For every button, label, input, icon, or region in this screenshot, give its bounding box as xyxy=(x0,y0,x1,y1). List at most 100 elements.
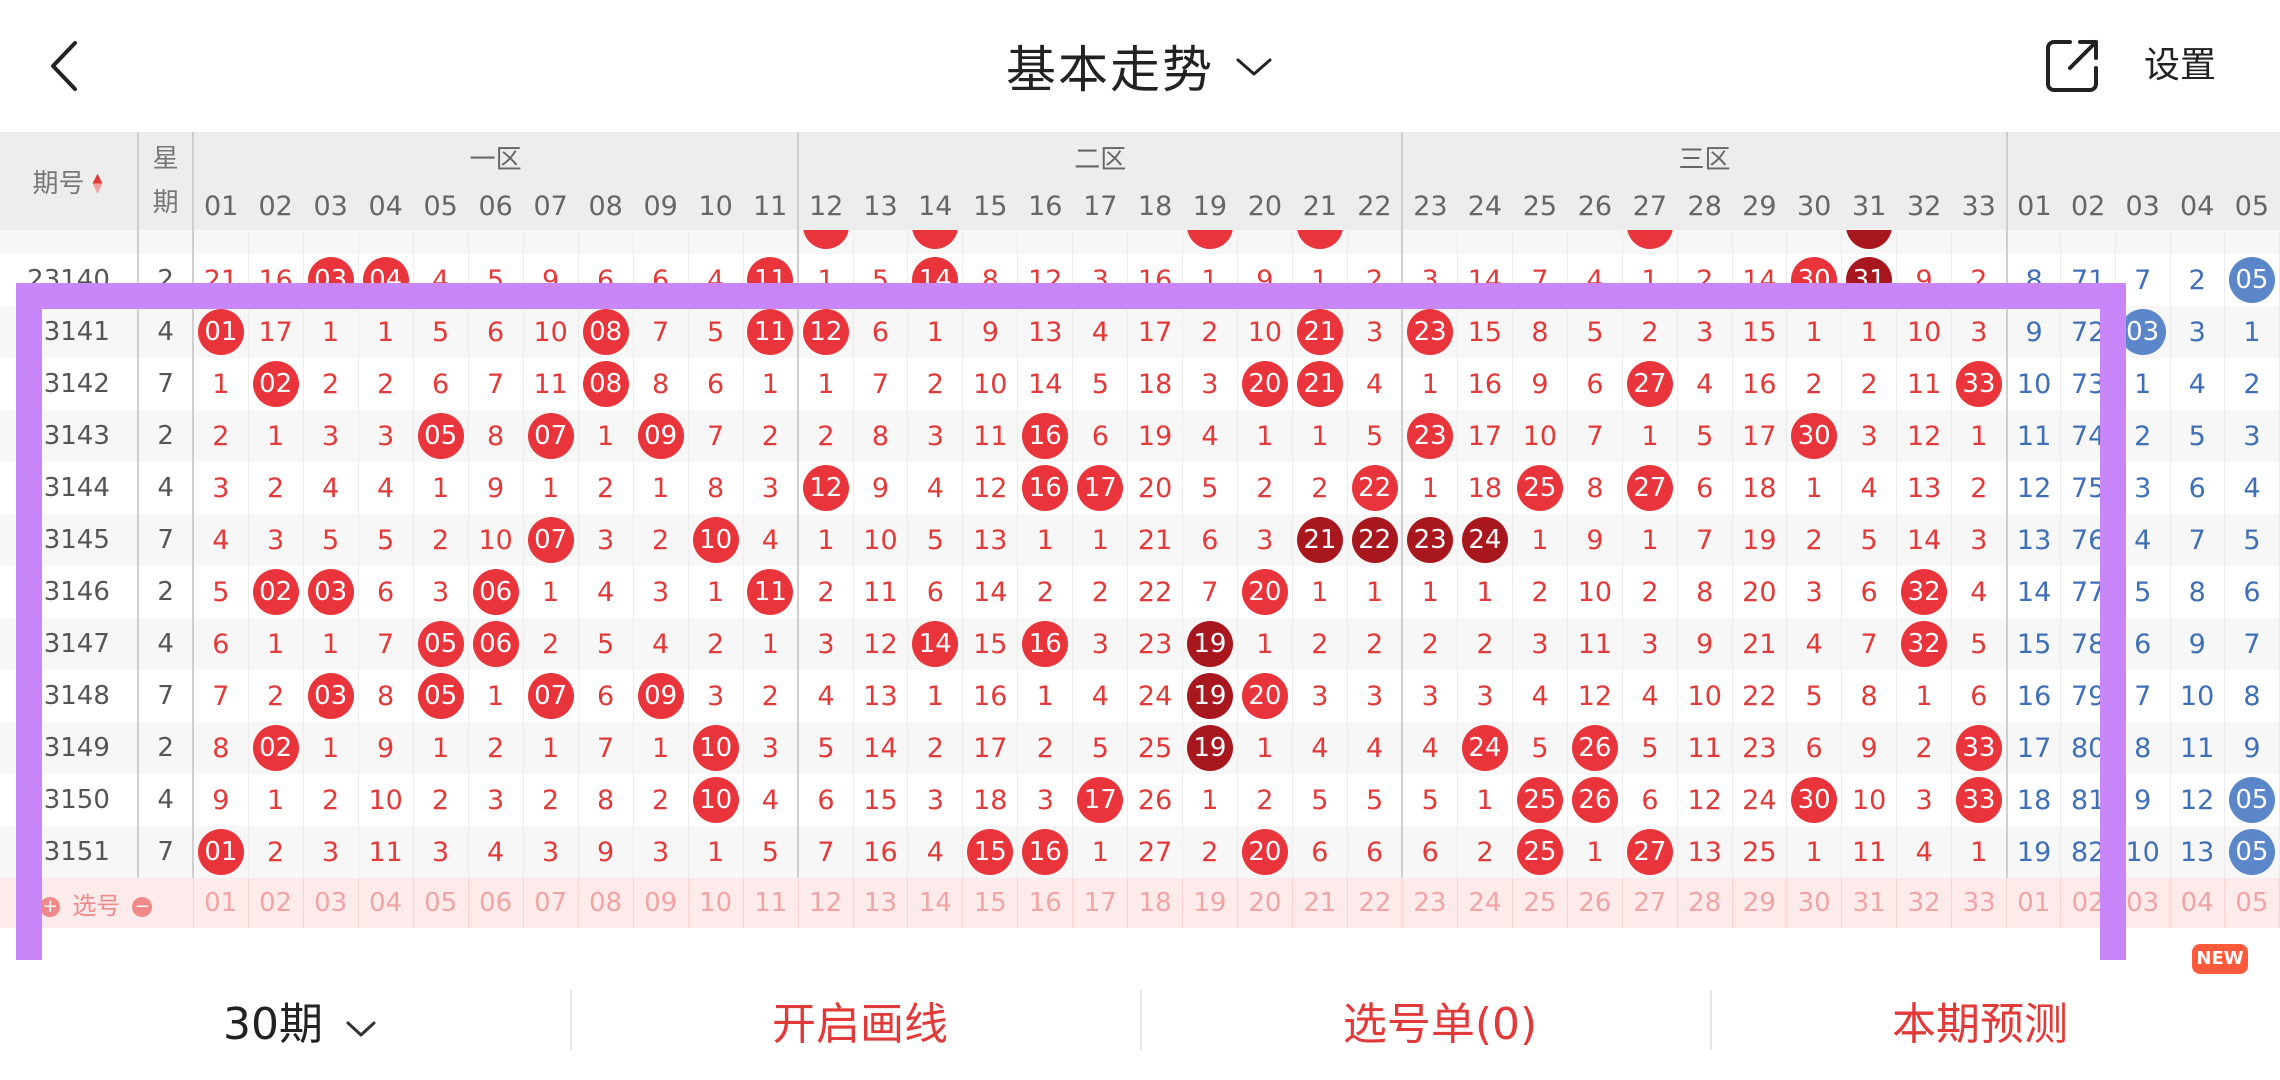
pick-number-cell[interactable]: 08 xyxy=(578,878,634,928)
number-cell: 3 xyxy=(468,774,524,826)
pick-number-cell[interactable]: 26 xyxy=(1567,878,1623,928)
column-number-header: 16 xyxy=(1017,182,1073,230)
number-cell: 5 xyxy=(303,514,359,566)
pick-number-cell[interactable]: 29 xyxy=(1732,878,1788,928)
number-cell: 3 xyxy=(907,410,964,462)
number-ball: 21 xyxy=(1296,517,1343,563)
pick-number-cell[interactable]: 05 xyxy=(413,878,469,928)
number-cell xyxy=(1896,230,1953,254)
number-cell: 24 xyxy=(1732,774,1788,826)
pick-number-cell[interactable]: 17 xyxy=(1072,878,1129,928)
number-cell: 23 xyxy=(1732,722,1788,774)
sort-arrows-icon[interactable]: ▲ ▼ xyxy=(91,172,105,195)
number-cell: 21 xyxy=(1127,514,1183,566)
pick-number-cell[interactable]: 12 xyxy=(798,878,854,928)
number-cell: 06 xyxy=(468,618,524,670)
number-cell: 4 xyxy=(1786,618,1843,670)
pick-number-cell[interactable]: 04 xyxy=(358,878,414,928)
number-cell: 8 xyxy=(688,462,744,514)
number-cell: 6 xyxy=(1347,826,1404,878)
table-row: 23148 7 7 2 03 8 05 1 07 6 09 3 2 4 13 1 16 1 4 24 19 20 3 3 3 3 4… xyxy=(0,670,2280,722)
number-cell: 7 xyxy=(633,306,689,358)
pick-number-cell[interactable]: 11 xyxy=(743,878,799,928)
pick-number-cell[interactable]: 28 xyxy=(1677,878,1733,928)
draw-line-button[interactable]: 开启画线 xyxy=(620,960,1100,1080)
pick-number-cell[interactable]: 22 xyxy=(1347,878,1403,928)
pick-back-number-cell[interactable]: 03 xyxy=(2115,878,2171,928)
number-cell: 10 xyxy=(468,514,524,566)
pick-number-cell[interactable]: 27 xyxy=(1622,878,1678,928)
back-zone-header xyxy=(2006,132,2280,182)
pick-number-cell[interactable]: 32 xyxy=(1896,878,1953,928)
pick-number-cell[interactable]: 10 xyxy=(688,878,744,928)
pick-number-cell[interactable]: 25 xyxy=(1512,878,1568,928)
number-ball: 02 xyxy=(252,361,299,407)
pick-number-cell[interactable]: 33 xyxy=(1951,878,2008,928)
pick-number-cell[interactable]: 24 xyxy=(1457,878,1513,928)
pick-number-cell[interactable]: 16 xyxy=(1017,878,1074,928)
period-selector[interactable]: 30期 xyxy=(150,960,450,1080)
pick-number-cell[interactable]: 19 xyxy=(1182,878,1238,928)
chevron-down-icon[interactable] xyxy=(1234,55,1274,83)
back-number-cell: 8 xyxy=(2115,722,2171,774)
number-cell: 23 xyxy=(1402,306,1458,358)
pick-number-cell[interactable]: 31 xyxy=(1841,878,1898,928)
pick-number-cell[interactable]: 30 xyxy=(1786,878,1843,928)
number-cell: 6 xyxy=(907,566,964,618)
back-number-cell: 8 xyxy=(2170,566,2225,618)
number-cell: 4 xyxy=(1896,826,1953,878)
number-cell: 1 xyxy=(743,358,800,410)
settings-button[interactable]: 设置 xyxy=(2144,40,2216,92)
pick-back-number-cell[interactable]: 01 xyxy=(2006,878,2062,928)
pick-number-cell[interactable]: 06 xyxy=(468,878,524,928)
pick-number-cell[interactable]: 18 xyxy=(1127,878,1183,928)
prediction-button[interactable]: 本期预测 xyxy=(1740,960,2220,1080)
selection-list-button[interactable]: 选号单(0) xyxy=(1200,960,1680,1080)
share-out-icon[interactable] xyxy=(2040,34,2104,98)
back-chevron-icon[interactable] xyxy=(40,28,88,104)
column-number-header: 01 xyxy=(193,182,249,230)
number-cell: 6 xyxy=(1677,462,1733,514)
pick-number-cell[interactable]: 14 xyxy=(907,878,964,928)
pick-number-cell[interactable]: 20 xyxy=(1237,878,1293,928)
pick-back-number-cell[interactable]: 02 xyxy=(2060,878,2116,928)
pick-number-cell[interactable]: 13 xyxy=(853,878,909,928)
back-number-cell: 75 xyxy=(2060,462,2116,514)
pick-number-cell[interactable]: 01 xyxy=(193,878,249,928)
number-ball: 21 xyxy=(1296,361,1343,407)
number-ball: 31 xyxy=(1846,257,1893,303)
pick-back-number-cell[interactable]: 05 xyxy=(2224,878,2280,928)
number-cell: 8 xyxy=(578,774,634,826)
pick-number-cell[interactable]: 03 xyxy=(303,878,359,928)
number-cell: 3 xyxy=(1292,670,1348,722)
number-ball: 19 xyxy=(1186,621,1233,667)
pick-number-cell[interactable]: 09 xyxy=(633,878,689,928)
number-cell: 6 xyxy=(468,306,524,358)
back-number-cell: 9 xyxy=(2170,618,2225,670)
number-cell: 1 xyxy=(1951,826,2008,878)
pick-number-cell[interactable]: 02 xyxy=(248,878,304,928)
issue-cell: 23140 xyxy=(0,254,140,306)
pick-back-number-cell[interactable]: 04 xyxy=(2170,878,2225,928)
table-row: 23150 4 9 1 2 10 2 3 2 8 2 10 4 6 15 3 18 3 17 26 1 2 5 5 5 1 25 26… xyxy=(0,774,2280,826)
back-number-cell: 12 xyxy=(2170,774,2225,826)
column-number-header: 33 xyxy=(1951,182,2008,230)
page-title[interactable]: 基本走势 xyxy=(1006,30,1214,102)
number-cell: 14 xyxy=(1017,358,1074,410)
number-cell: 12 xyxy=(798,306,854,358)
issue-header[interactable]: 期号 ▲ ▼ xyxy=(0,132,140,230)
pick-number-cell[interactable]: 23 xyxy=(1402,878,1458,928)
minus-icon[interactable]: − xyxy=(132,896,153,917)
number-cell: 1 xyxy=(1457,774,1513,826)
pick-number-cell[interactable]: 15 xyxy=(962,878,1019,928)
number-cell: 2 xyxy=(1951,254,2008,306)
number-cell: 3 xyxy=(1677,306,1733,358)
pick-number-cell[interactable]: 07 xyxy=(523,878,579,928)
number-cell: 01 xyxy=(193,306,249,358)
back-number-cell: 76 xyxy=(2060,514,2116,566)
plus-icon[interactable]: + xyxy=(40,896,61,917)
number-ball: 24 xyxy=(1461,725,1508,771)
pick-number-cell[interactable]: 21 xyxy=(1292,878,1348,928)
number-cell xyxy=(193,230,249,254)
number-cell: 18 xyxy=(1457,462,1513,514)
